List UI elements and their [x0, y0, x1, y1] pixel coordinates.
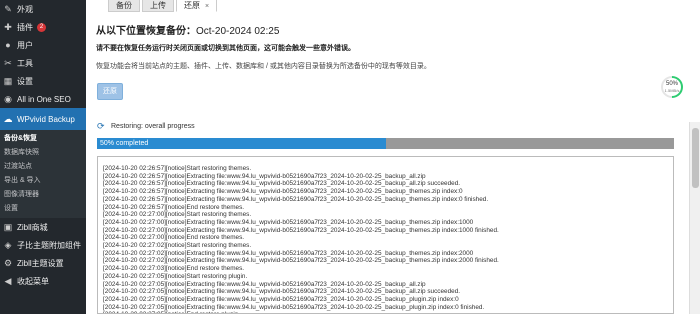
- sidebar-item-wrench[interactable]: ✂ 工具: [0, 54, 86, 72]
- speed-indicator: 50% 1.5MB/s: [661, 76, 683, 98]
- speed-indicator-inner: 50% 1.5MB/s: [663, 78, 681, 96]
- log-line: [2024-10-20 02:27:02][notice]Extracting …: [103, 249, 474, 257]
- tab-label: 上传: [150, 1, 166, 10]
- log-line: [2024-10-20 02:26:57][notice]Extracting …: [103, 172, 426, 180]
- user-icon: ●: [5, 40, 11, 50]
- description-text: 恢复功能会将当前站点的主题、插件、上传、数据库和 / 或其他内容目录替换为所选备…: [96, 63, 431, 70]
- scrollbar-thumb[interactable]: [692, 128, 699, 188]
- progress-label: 50% completed: [100, 140, 149, 147]
- sidebar-item-label: All in One SEO: [17, 94, 71, 104]
- admin-sidebar: ✎ 外观 ✚ 插件 2 ● 用户 ✂ 工具 ▦ 设置 ◉ All in One SEO ☁ WPvivi…: [0, 0, 86, 314]
- submenu-item[interactable]: 数据库快照: [0, 146, 86, 160]
- shop-icon: ▣: [3, 222, 13, 232]
- tab-label: 还原: [184, 1, 200, 10]
- log-line: [2024-10-20 02:27:02][notice]Start resto…: [103, 242, 252, 250]
- log-line: [2024-10-20 02:26:57][notice]Extracting …: [103, 195, 489, 203]
- sidebar-item-label: Zibll商城: [17, 222, 48, 232]
- warning-text: 请不要在恢复任务运行时关闭页面或切换到其他页面，这可能会触发一些意外错误。: [96, 45, 355, 52]
- submenu-item[interactable]: 设置: [0, 202, 86, 216]
- sidebar-item-label: 子比主题附加组件: [17, 240, 81, 250]
- wpvivid-icon: ☁: [3, 114, 13, 124]
- restore-log[interactable]: [2024-10-20 02:26:57][notice]Start resto…: [97, 156, 674, 314]
- tab-1[interactable]: 上传: [142, 0, 174, 12]
- submenu-item[interactable]: 图像清理器: [0, 188, 86, 202]
- progress-bar: 50% completed: [97, 138, 674, 149]
- sidebar-item-paintbrush[interactable]: ✎ 外观: [0, 0, 86, 18]
- sidebar-item-plugin[interactable]: ✚ 插件 2: [0, 18, 86, 36]
- sidebar-item-label: 用户: [17, 40, 33, 50]
- submenu-item[interactable]: 备份&恢复: [0, 132, 86, 146]
- sidebar-item-label: 插件: [17, 22, 33, 32]
- app-root: ✎ 外观 ✚ 插件 2 ● 用户 ✂ 工具 ▦ 设置 ◉ All in One SEO ☁ WPvivi…: [0, 0, 700, 314]
- sidebar-submenu: 备份&恢复 数据库快照 过渡站点 导出 & 导入 图像清理器 设置: [0, 130, 86, 218]
- submenu-item[interactable]: 导出 & 导入: [0, 174, 86, 188]
- log-line: [2024-10-20 02:27:05][notice]Extracting …: [103, 288, 461, 296]
- sidebar-item-shop[interactable]: ▣ Zibll商城: [0, 218, 86, 236]
- restoring-status: ⟳ Restoring: overall progress: [97, 121, 195, 131]
- log-line: [2024-10-20 02:27:05][notice]Extracting …: [103, 295, 459, 303]
- sidebar-item-label: 工具: [17, 58, 33, 68]
- collapse-icon: ◀: [4, 276, 12, 286]
- log-line: [2024-10-20 02:27:03][notice]End restore…: [103, 265, 245, 273]
- sidebar-item-seo[interactable]: ◉ All in One SEO: [0, 90, 86, 108]
- wrench-icon: ✂: [4, 58, 12, 68]
- theme-settings-icon: ⚙: [3, 258, 13, 268]
- log-line: [2024-10-20 02:26:57][notice]Extracting …: [103, 180, 461, 188]
- log-line: [2024-10-20 02:27:05][notice]Extracting …: [103, 303, 485, 311]
- log-line: [2024-10-20 02:26:57][notice]End restore…: [103, 203, 245, 211]
- speed-rate: 1.5MB/s: [664, 88, 680, 93]
- restoring-label: Restoring: overall progress: [111, 122, 195, 130]
- main-content: 备份 上传 还原 × 从以下位置恢复备份：Oct-20-2024 02:25 请不要在…: [86, 0, 700, 314]
- log-line: [2024-10-20 02:26:57][notice]Start resto…: [103, 165, 252, 172]
- sidebar-item-user[interactable]: ● 用户: [0, 36, 86, 54]
- restore-button[interactable]: 还原: [97, 83, 123, 100]
- title-prefix: 从以下位置恢复备份：: [96, 26, 196, 37]
- tab-label: 备份: [116, 1, 132, 10]
- sidebar-item-label: Zibll主题设置: [17, 258, 64, 268]
- paintbrush-icon: ✎: [4, 4, 12, 14]
- sidebar-item-addon[interactable]: ◈ 子比主题附加组件: [0, 236, 86, 254]
- log-line: [2024-10-20 02:27:05][notice]Start resto…: [103, 272, 248, 280]
- sidebar-item-label: WPvivid Backup: [17, 114, 75, 124]
- sidebar-item-label: 外观: [17, 4, 33, 14]
- refresh-icon: ⟳: [97, 121, 105, 131]
- log-line: [2024-10-20 02:26:57][notice]Extracting …: [103, 188, 463, 196]
- log-line: [2024-10-20 02:27:05][notice]Extracting …: [103, 280, 426, 288]
- sidebar-item-settings[interactable]: ▦ 设置: [0, 72, 86, 90]
- close-tab-icon[interactable]: ×: [205, 3, 209, 10]
- page-title: 从以下位置恢复备份：Oct-20-2024 02:25: [96, 22, 279, 37]
- backup-date: Oct-20-2024 02:25: [196, 26, 280, 37]
- settings-icon: ▦: [3, 76, 13, 86]
- log-line: [2024-10-20 02:27:00][notice]Extracting …: [103, 226, 499, 234]
- sidebar-item-wpvivid-backup[interactable]: ☁ WPvivid Backup: [0, 108, 86, 130]
- sidebar-item-label: 设置: [17, 76, 33, 86]
- plugin-icon: ✚: [4, 22, 12, 32]
- log-line: [2024-10-20 02:27:00][notice]Start resto…: [103, 211, 252, 219]
- log-line: [2024-10-20 02:27:00][notice]Extracting …: [103, 218, 474, 226]
- submenu-item[interactable]: 过渡站点: [0, 160, 86, 174]
- update-count-badge: 2: [37, 22, 46, 32]
- sidebar-item-label: 收起菜单: [17, 276, 49, 286]
- log-line: [2024-10-20 02:27:00][notice]End restore…: [103, 234, 245, 242]
- tab-0[interactable]: 备份: [108, 0, 140, 12]
- seo-icon: ◉: [4, 94, 12, 104]
- sidebar-item-theme-settings[interactable]: ⚙ Zibll主题设置: [0, 254, 86, 272]
- log-line: [2024-10-20 02:27:02][notice]Extracting …: [103, 257, 499, 265]
- addon-icon: ◈: [4, 240, 12, 250]
- sidebar-item-collapse[interactable]: ◀ 收起菜单: [0, 272, 86, 290]
- tab-2[interactable]: 还原 ×: [176, 0, 218, 12]
- page-scrollbar[interactable]: [689, 122, 700, 314]
- tab-bar: 备份 上传 还原 ×: [108, 0, 219, 12]
